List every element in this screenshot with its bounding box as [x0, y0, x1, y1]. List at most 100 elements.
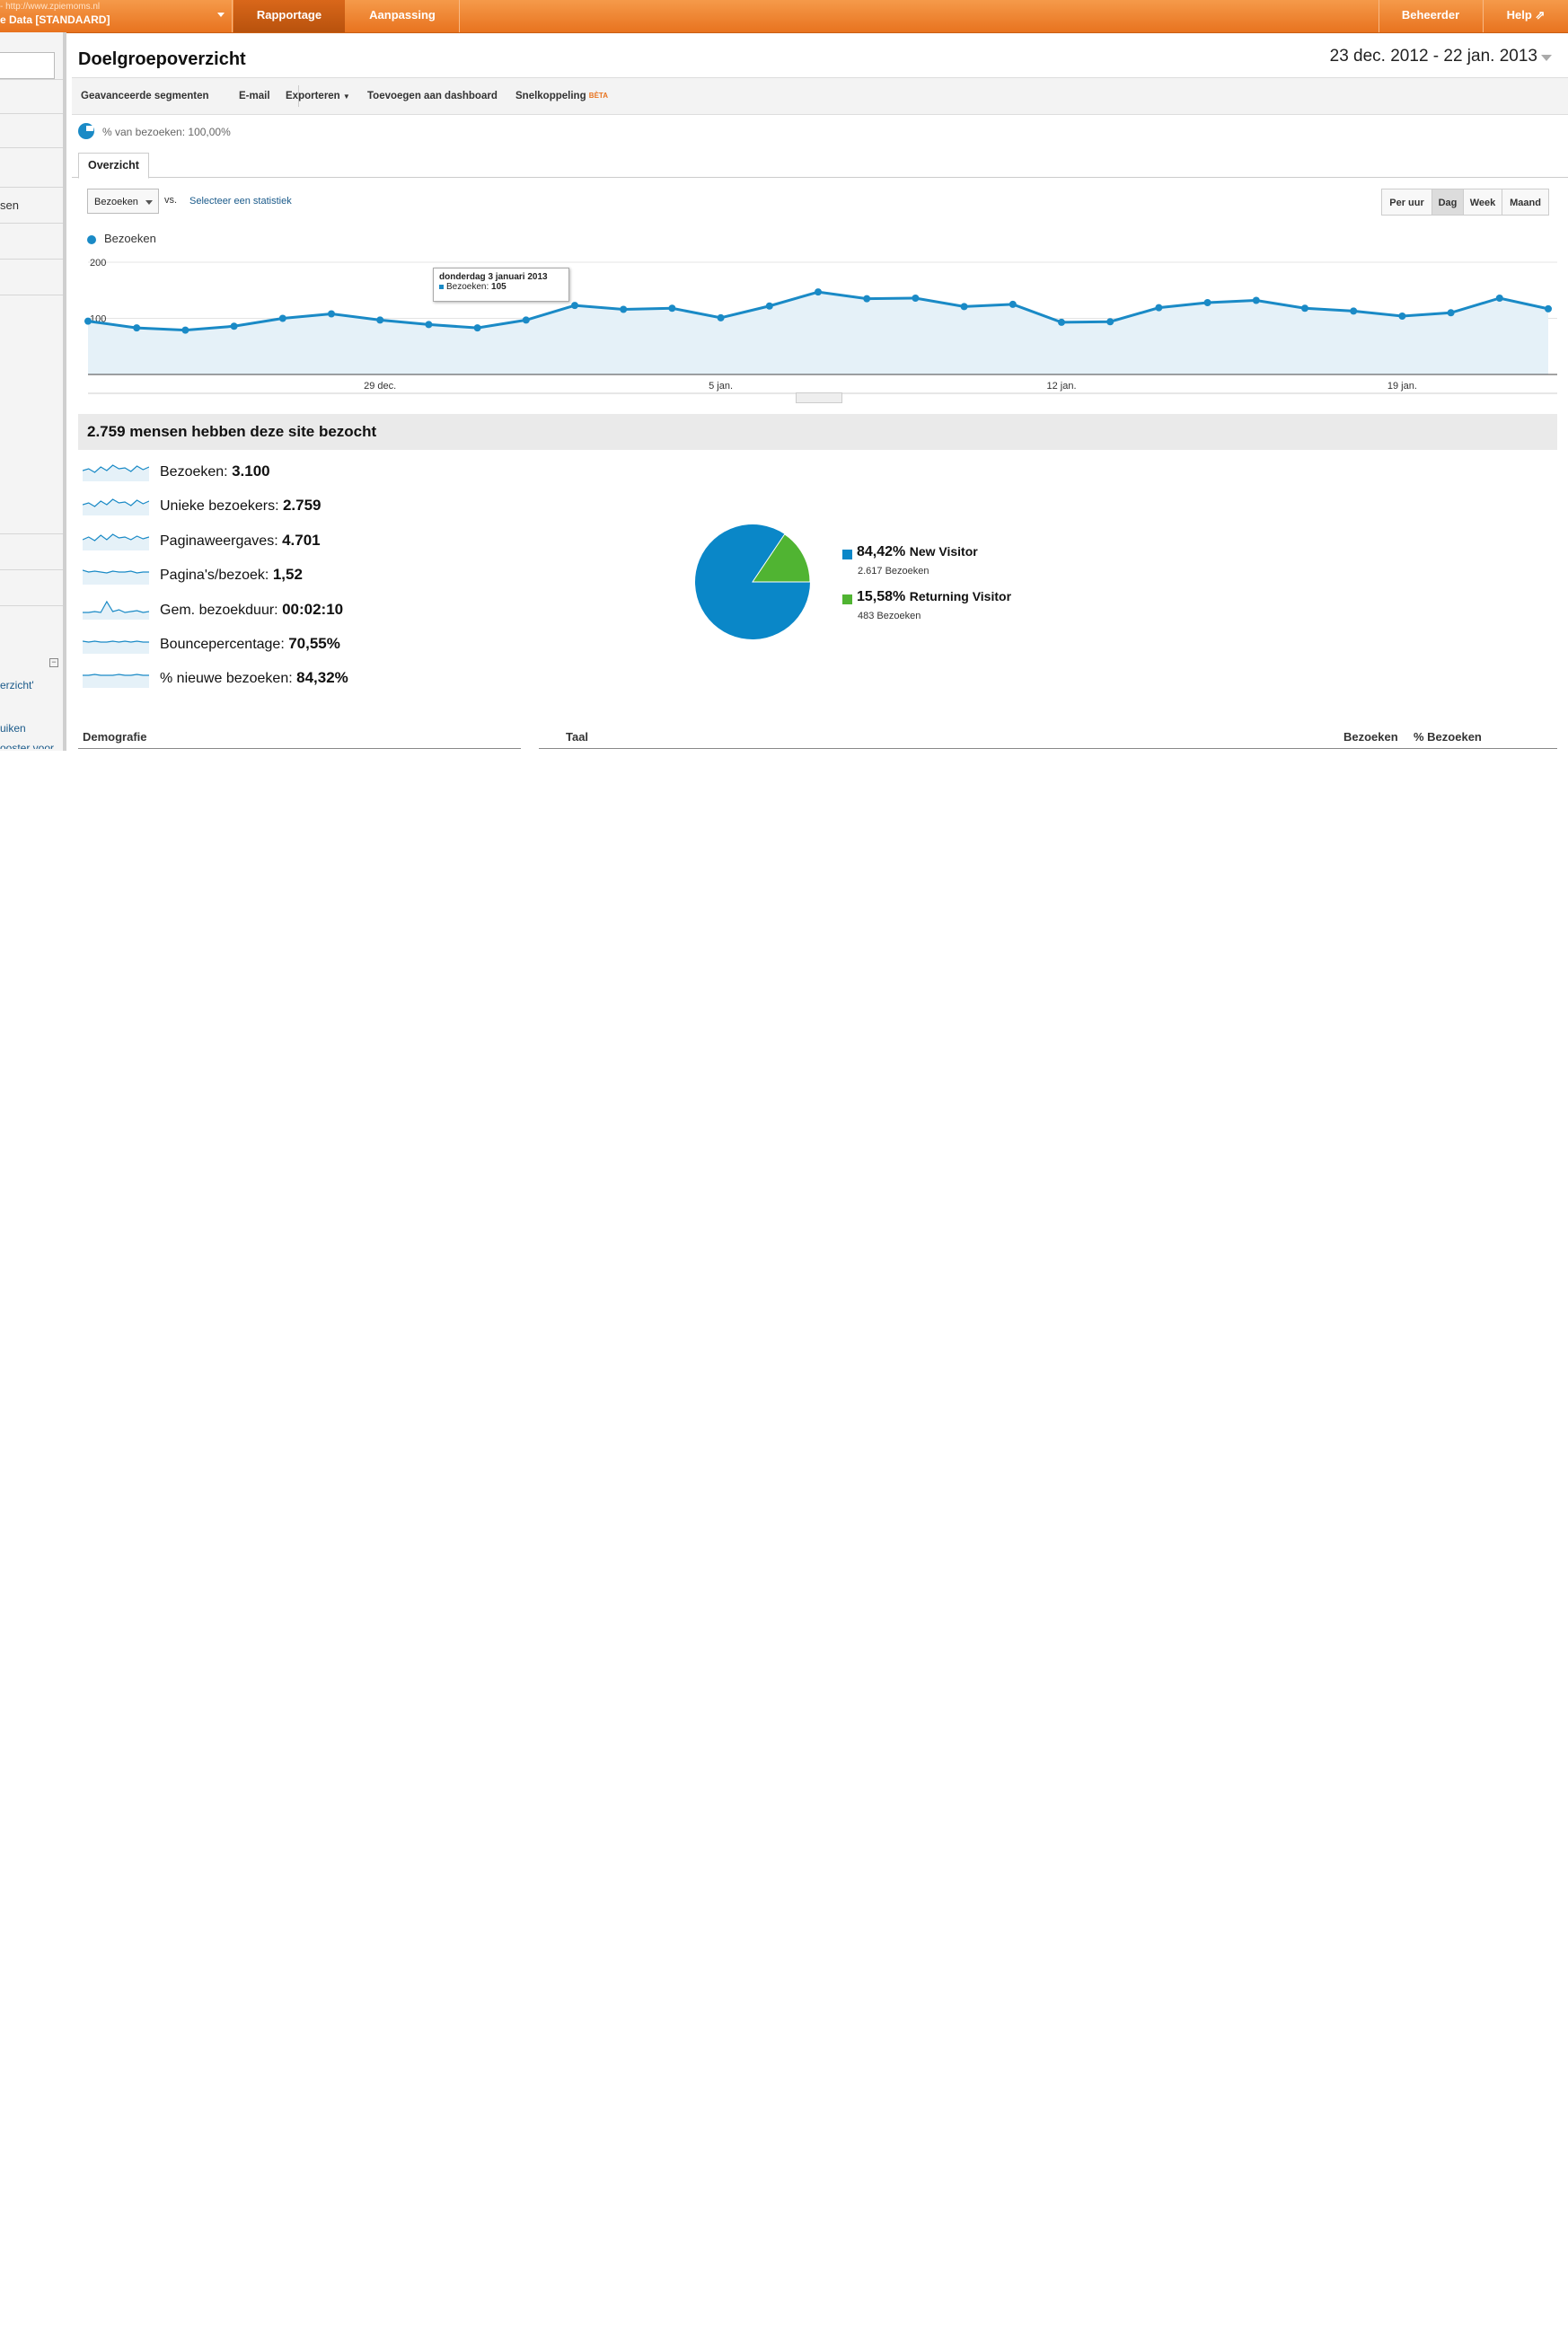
- legend-swatch: [842, 550, 852, 559]
- pie-legend-percent: 15,58%: [857, 589, 906, 604]
- sidebar-search-input[interactable]: [0, 52, 55, 79]
- metric-name: Gem. bezoekduur:: [160, 602, 283, 618]
- sidebar-item[interactable]: [0, 605, 63, 642]
- data-point: [1495, 295, 1503, 302]
- data-point: [1252, 296, 1260, 304]
- chevron-down-icon: ▼: [342, 92, 350, 101]
- granularity-week-button[interactable]: Week: [1463, 189, 1502, 216]
- x-tick-label: 12 jan.: [1046, 381, 1076, 392]
- tab-rapportage[interactable]: Rapportage: [233, 0, 345, 32]
- chart-scroll-handle[interactable]: [796, 392, 842, 403]
- account-name: e Data [STANDAARD]: [0, 13, 110, 26]
- metric-name: Bouncepercentage:: [160, 637, 289, 652]
- export-button[interactable]: Exporteren ▼: [286, 78, 350, 114]
- y-tick-label: 200: [90, 258, 106, 269]
- x-tick-label: 29 dec.: [364, 381, 396, 392]
- metric-name: Unieke bezoekers:: [160, 498, 283, 515]
- legend-label: Bezoeken: [104, 232, 156, 245]
- metric-value: 4.701: [282, 531, 321, 549]
- metric-label: Pagina's/bezoek: 1,52: [160, 566, 303, 584]
- series-area: [88, 292, 1548, 374]
- select-metric-link[interactable]: Selecteer een statistiek: [189, 196, 292, 207]
- sidebar-item[interactable]: sen: [0, 187, 63, 224]
- shortcut-button[interactable]: Snelkoppeling BÈTA: [515, 78, 608, 114]
- metric-value: 00:02:10: [282, 600, 344, 618]
- sidebar-item[interactable]: [0, 569, 63, 606]
- metric-label: Unieke bezoekers: 2.759: [160, 497, 322, 515]
- sparkline: [83, 640, 149, 654]
- pie-legend-name: New Visitor: [909, 544, 978, 559]
- data-point: [376, 316, 384, 324]
- metric-value: 70,55%: [288, 635, 340, 652]
- data-point: [571, 302, 578, 310]
- metric-label: % nieuwe bezoeken: 84,32%: [160, 669, 348, 687]
- data-point: [473, 324, 481, 332]
- metric-value: 2.759: [282, 497, 322, 515]
- chevron-down-icon: [145, 200, 153, 205]
- data-point: [1447, 309, 1455, 317]
- data-point: [960, 303, 968, 311]
- tooltip-value: 105: [491, 282, 507, 292]
- advanced-segments-button[interactable]: Geavanceerde segmenten: [81, 78, 209, 114]
- x-tick-label: 5 jan.: [709, 381, 733, 392]
- data-point: [1398, 313, 1406, 320]
- pie-legend-label: 84,42% New Visitor: [857, 544, 978, 560]
- metric-select[interactable]: Bezoeken: [87, 189, 159, 214]
- data-point: [133, 324, 141, 332]
- sidebar-link[interactable]: ooster voor: [0, 742, 54, 749]
- sidebar-item[interactable]: [0, 113, 63, 148]
- sparkline-area: [83, 641, 149, 654]
- x-tick-label: 19 jan.: [1387, 381, 1417, 392]
- sparkline: [83, 464, 149, 481]
- sidebar-item-label: sen: [0, 198, 19, 212]
- table-divider: [78, 748, 521, 749]
- admin-link[interactable]: Beheerder: [1379, 0, 1482, 32]
- sidebar-item[interactable]: [0, 79, 63, 114]
- tab-aanpassing[interactable]: Aanpassing: [347, 0, 458, 32]
- page-title: Doelgroepoverzicht: [78, 49, 246, 69]
- visitor-type-pie-chart: [695, 524, 811, 639]
- granularity-hour-button[interactable]: Per uur: [1381, 189, 1432, 216]
- data-point: [717, 313, 725, 321]
- date-range-picker[interactable]: 23 dec. 2012 - 22 jan. 2013: [1322, 44, 1557, 69]
- legend-swatch: [87, 235, 96, 244]
- granularity-month-button[interactable]: Maand: [1502, 189, 1549, 216]
- account-selector[interactable]: - http://www.zpiemoms.nl e Data [STANDAA…: [0, 2, 232, 31]
- metric-label: Bezoeken: 3.100: [160, 462, 270, 480]
- data-point: [84, 317, 92, 325]
- metric-name: % nieuwe bezoeken:: [160, 671, 297, 687]
- sparkline: [83, 533, 149, 550]
- data-point: [1545, 304, 1552, 313]
- export-label: Exporteren: [286, 91, 340, 101]
- add-to-dashboard-button[interactable]: Toevoegen aan dashboard: [367, 78, 498, 114]
- data-point: [1009, 300, 1017, 308]
- pct-visits-column-header[interactable]: % Bezoeken: [1414, 730, 1482, 744]
- sparkline: [83, 674, 149, 689]
- metric-name: Bezoeken:: [160, 464, 233, 480]
- tab-overzicht[interactable]: Overzicht: [78, 153, 149, 179]
- visits-column-header[interactable]: Bezoeken: [1343, 730, 1398, 744]
- data-point: [1203, 299, 1211, 306]
- summary-headline: 2.759 mensen hebben deze site bezocht: [78, 414, 1557, 450]
- data-point: [765, 302, 773, 310]
- sidebar-item[interactable]: [0, 147, 63, 182]
- collapse-icon[interactable]: −: [49, 658, 58, 667]
- email-button[interactable]: E-mail: [239, 78, 270, 114]
- chart-tooltip: donderdag 3 januari 2013 Bezoeken: 105: [433, 268, 569, 302]
- report-toolbar: Geavanceerde segmenten E-mail Exporteren…: [72, 77, 1568, 115]
- metric-label: Gem. bezoekduur: 00:02:10: [160, 601, 343, 619]
- sidebar-link[interactable]: uiken: [0, 722, 26, 735]
- date-range-label: 23 dec. 2012 - 22 jan. 2013: [1329, 47, 1537, 66]
- pie-legend-percent: 84,42%: [857, 544, 906, 559]
- tooltip-series: Bezoeken: [446, 282, 487, 292]
- data-point: [328, 310, 335, 318]
- help-link[interactable]: Help ⇗: [1484, 0, 1568, 32]
- nav-divider: [232, 0, 233, 32]
- metric-name: Paginaweergaves:: [160, 533, 283, 549]
- chevron-down-icon: [1541, 55, 1552, 61]
- granularity-day-button[interactable]: Dag: [1431, 189, 1464, 216]
- tab-divider: [72, 177, 1568, 178]
- language-header: Taal: [566, 730, 589, 744]
- sidebar-item[interactable]: [0, 533, 63, 570]
- sidebar-link[interactable]: erzicht': [0, 679, 34, 691]
